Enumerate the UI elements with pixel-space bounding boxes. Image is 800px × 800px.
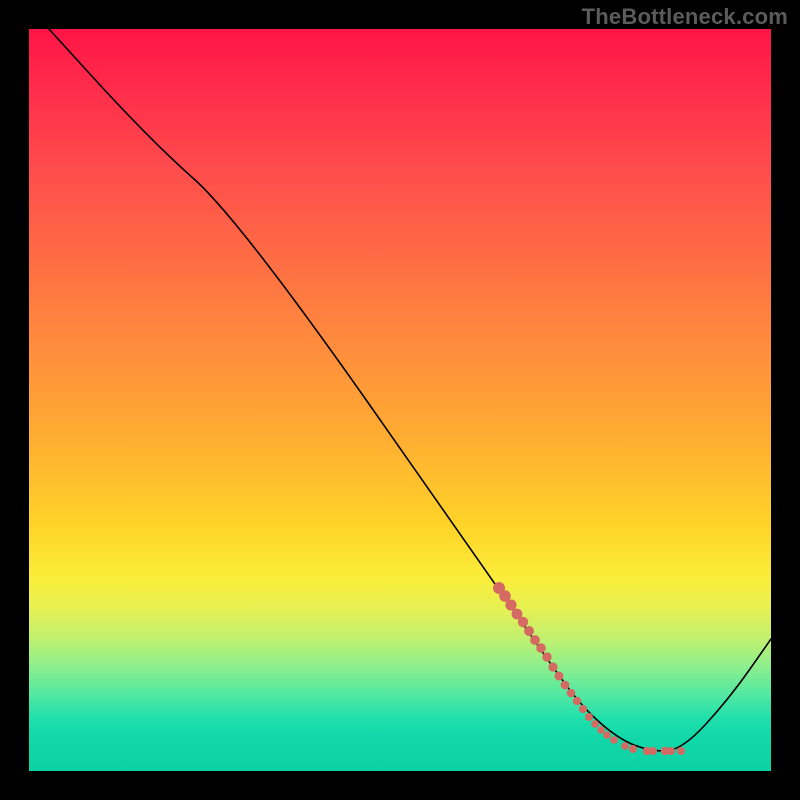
curve-marker bbox=[579, 705, 587, 713]
curve-markers bbox=[493, 582, 685, 755]
curve-marker bbox=[649, 747, 657, 755]
chart-frame: TheBottleneck.com bbox=[0, 0, 800, 800]
plot-area bbox=[29, 29, 771, 771]
curve-marker bbox=[610, 736, 618, 744]
curve-marker bbox=[597, 726, 605, 734]
curve-marker bbox=[629, 745, 637, 753]
curve-marker bbox=[505, 599, 516, 610]
curve-marker bbox=[524, 626, 534, 636]
curve-marker bbox=[548, 662, 557, 671]
curve-marker bbox=[518, 617, 528, 627]
watermark-text: TheBottleneck.com bbox=[582, 4, 788, 30]
curve-marker bbox=[561, 681, 570, 690]
curve-layer bbox=[29, 29, 771, 771]
curve-marker bbox=[536, 643, 546, 653]
bottleneck-curve bbox=[29, 29, 771, 751]
curve-marker bbox=[573, 697, 581, 705]
curve-marker bbox=[591, 720, 599, 728]
curve-marker bbox=[677, 747, 685, 755]
curve-marker bbox=[621, 742, 629, 750]
curve-marker bbox=[542, 652, 551, 661]
curve-marker bbox=[667, 747, 675, 755]
curve-marker bbox=[530, 635, 540, 645]
curve-marker bbox=[567, 689, 576, 698]
curve-marker bbox=[555, 672, 564, 681]
curve-marker bbox=[603, 731, 611, 739]
curve-marker bbox=[585, 713, 593, 721]
